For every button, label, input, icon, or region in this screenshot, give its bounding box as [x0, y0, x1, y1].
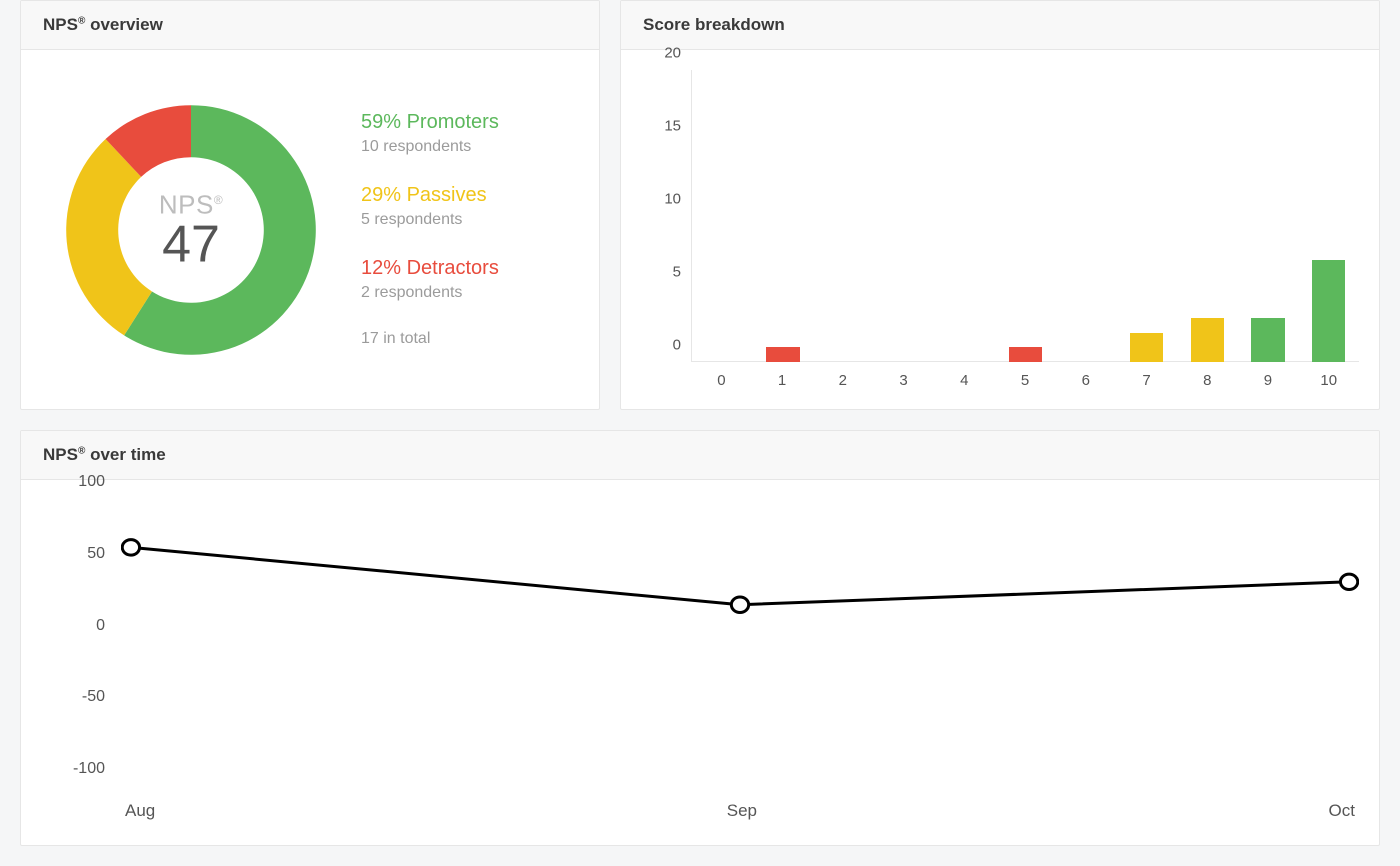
legend-passives-label: 29% Passives — [361, 184, 499, 207]
donut-center-value: 47 — [159, 218, 223, 270]
bar-column — [935, 70, 996, 362]
bar-xtick: 9 — [1238, 372, 1299, 389]
legend-promoters-sub: 10 respondents — [361, 138, 499, 156]
nps-legend: 59% Promoters 10 respondents 29% Passive… — [361, 111, 499, 348]
legend-passives: 29% Passives 5 respondents — [361, 184, 499, 229]
score-breakdown-title: Score breakdown — [621, 1, 1379, 50]
bar-xtick: 0 — [691, 372, 752, 389]
line-xtick: Oct — [1329, 801, 1355, 821]
score-breakdown-body: 05101520 012345678910 — [621, 50, 1379, 409]
bar-column — [1056, 70, 1117, 362]
dashboard: NPS® overview NPS® 47 59% Promoters 10 r… — [0, 0, 1400, 866]
nps-over-time-card: NPS® over time -100 -50 0 50 100 Aug Sep Oct — [20, 430, 1380, 846]
title-text: NPS — [43, 15, 78, 34]
bar — [1009, 347, 1042, 362]
bar-xtick: 10 — [1298, 372, 1359, 389]
bar — [766, 347, 799, 362]
bar — [1191, 318, 1224, 362]
legend-promoters-label: 59% Promoters — [361, 111, 499, 134]
bar-y-axis: 05101520 — [641, 70, 691, 362]
bar-xtick: 3 — [873, 372, 934, 389]
line-plot-area — [121, 500, 1359, 787]
legend-total: 17 in total — [361, 330, 499, 348]
bar-x-axis: 012345678910 — [691, 362, 1359, 389]
line-y-axis: -100-50050100 — [41, 500, 121, 787]
nps-over-time-chart: -100-50050100 AugSepOct — [41, 500, 1359, 825]
line-ytick: -100 — [73, 760, 105, 778]
bar-xtick: 8 — [1177, 372, 1238, 389]
bar-column — [1298, 70, 1359, 362]
legend-detractors-sub: 2 respondents — [361, 284, 499, 302]
bar-column — [1116, 70, 1177, 362]
score-breakdown-card: Score breakdown 05101520 012345678910 — [620, 0, 1380, 410]
line-xtick: Aug — [125, 801, 155, 821]
donut-center: NPS® 47 — [159, 189, 223, 270]
bar-ytick: 5 — [673, 264, 681, 281]
bars-container — [692, 70, 1359, 362]
line-svg — [121, 500, 1359, 787]
bar-column — [995, 70, 1056, 362]
score-breakdown-chart: 05101520 012345678910 — [641, 70, 1359, 389]
bar-xtick: 6 — [1055, 372, 1116, 389]
legend-promoters: 59% Promoters 10 respondents — [361, 111, 499, 156]
legend-detractors: 12% Detractors 2 respondents — [361, 257, 499, 302]
line-ytick: -50 — [82, 688, 105, 706]
bar-column — [1177, 70, 1238, 362]
line-ytick: 50 — [87, 545, 105, 563]
line-ytick: 100 — [78, 473, 105, 491]
bar-column — [753, 70, 814, 362]
bar-xtick: 1 — [752, 372, 813, 389]
bar-ytick: 10 — [664, 191, 681, 208]
nps-overview-title: NPS® overview — [21, 1, 599, 50]
line-ytick: 0 — [96, 617, 105, 635]
nps-over-time-body: -100-50050100 AugSepOct — [21, 480, 1379, 845]
bar-column — [692, 70, 753, 362]
bar — [1251, 318, 1284, 362]
bar-column — [874, 70, 935, 362]
nps-overview-body: NPS® 47 59% Promoters 10 respondents 29%… — [21, 50, 599, 409]
line-xtick: Sep — [727, 801, 757, 821]
bar — [1130, 333, 1163, 362]
bar-ytick: 20 — [664, 45, 681, 62]
nps-donut-chart: NPS® 47 — [61, 100, 321, 360]
bar-ytick: 0 — [673, 337, 681, 354]
bar-xtick: 2 — [812, 372, 873, 389]
nps-over-time-title: NPS® over time — [21, 431, 1379, 480]
bar-xtick: 5 — [995, 372, 1056, 389]
bar-xtick: 7 — [1116, 372, 1177, 389]
bar-plot-area — [691, 70, 1359, 362]
bar-column — [1238, 70, 1299, 362]
bar-xtick: 4 — [934, 372, 995, 389]
legend-detractors-label: 12% Detractors — [361, 257, 499, 280]
nps-overview-card: NPS® overview NPS® 47 59% Promoters 10 r… — [20, 0, 600, 410]
bar-ytick: 15 — [664, 118, 681, 135]
bar-column — [813, 70, 874, 362]
line-x-axis: Aug Sep Oct — [121, 787, 1359, 825]
legend-passives-sub: 5 respondents — [361, 211, 499, 229]
title-text-suffix: overview — [85, 15, 163, 34]
bar — [1312, 260, 1345, 362]
